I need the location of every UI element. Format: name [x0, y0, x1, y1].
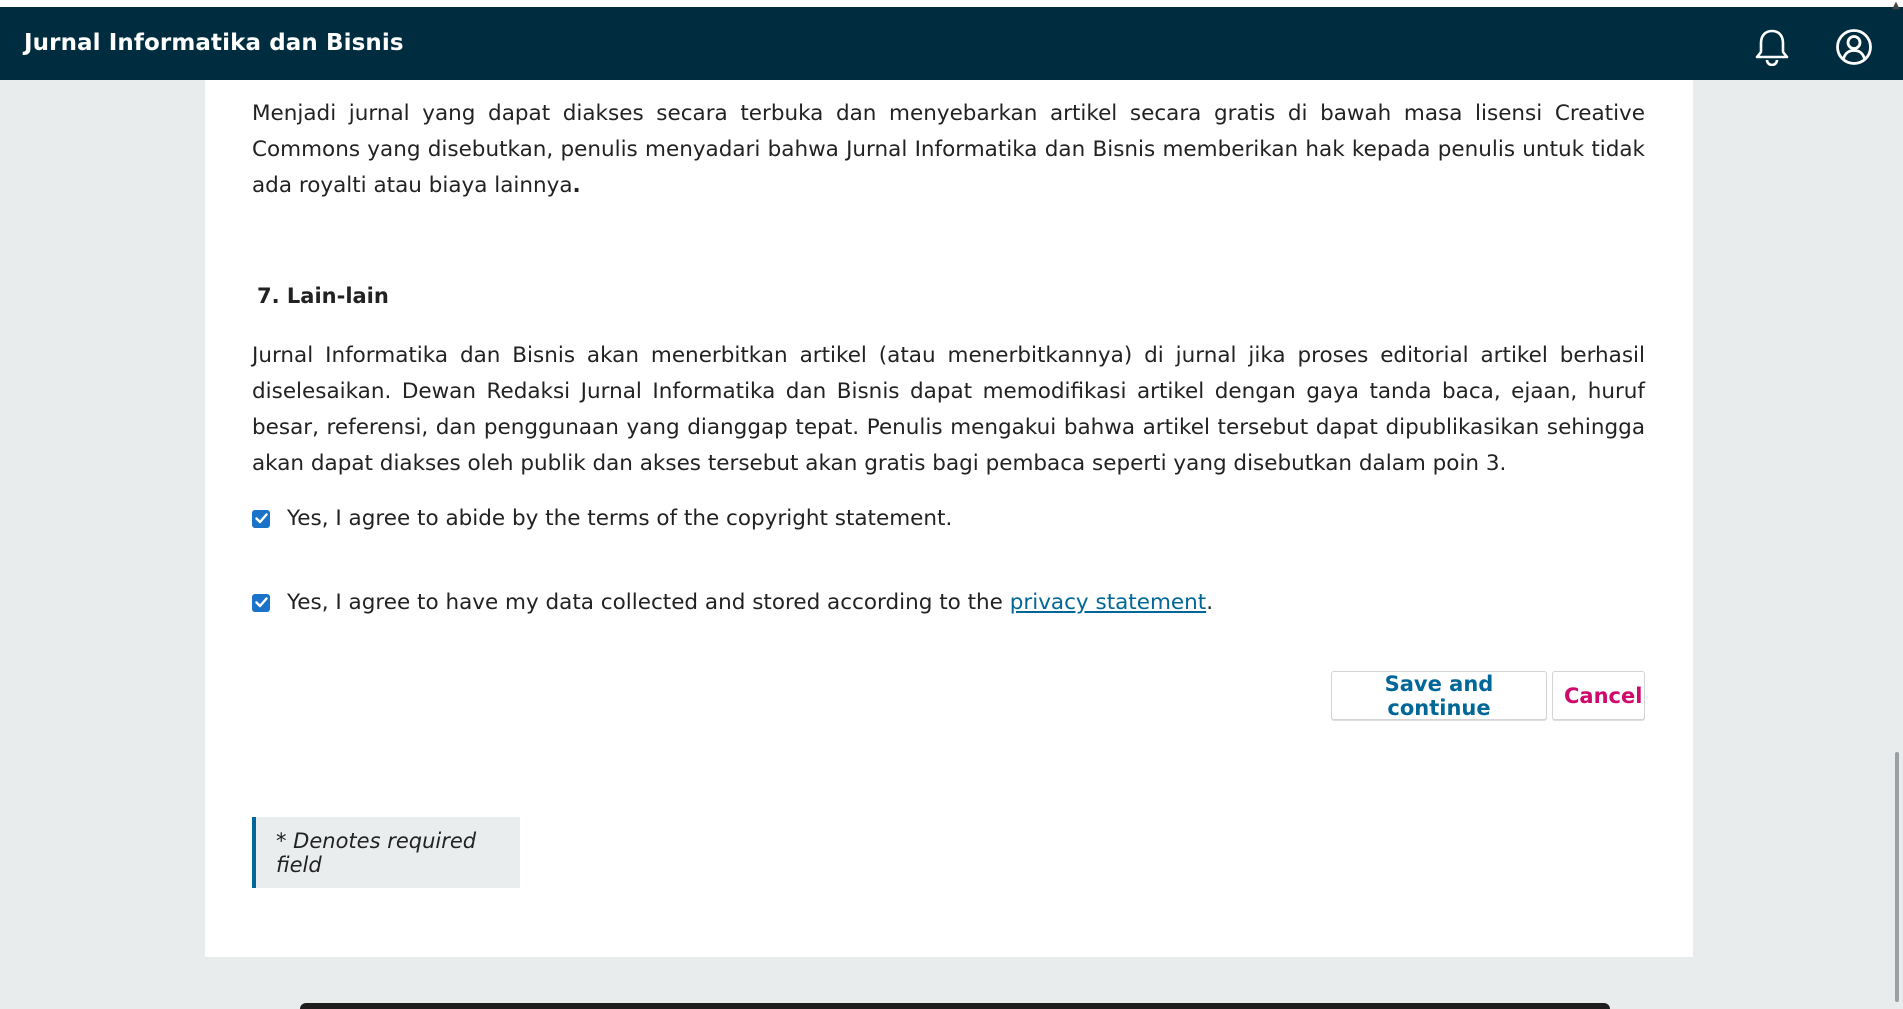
- privacy-agreement[interactable]: Yes, I agree to have my data collected a…: [252, 590, 1213, 615]
- license-paragraph-text: Menjadi jurnal yang dapat diakses secara…: [252, 101, 1645, 198]
- bell-icon[interactable]: [1752, 27, 1792, 67]
- footer-edge: [300, 1003, 1610, 1009]
- privacy-label-prefix: Yes, I agree to have my data collected a…: [287, 590, 1010, 615]
- required-field-text: * Denotes required field: [276, 828, 477, 877]
- misc-paragraph: Jurnal Informatika dan Bisnis akan mener…: [252, 343, 1645, 476]
- save-and-continue-button[interactable]: Save and continue: [1331, 671, 1547, 720]
- required-field-notice: * Denotes required field: [252, 817, 520, 888]
- user-icon[interactable]: [1834, 27, 1874, 67]
- checkmark-icon: [254, 597, 268, 608]
- copyright-agreement[interactable]: Yes, I agree to abide by the terms of th…: [252, 506, 952, 531]
- privacy-label-suffix: .: [1206, 590, 1214, 615]
- section-heading: 7. Lain-lain: [257, 284, 389, 308]
- privacy-statement-link[interactable]: privacy statement: [1010, 590, 1206, 615]
- app-header: Jurnal Informatika dan Bisnis: [0, 7, 1903, 80]
- window-top-strip: [0, 0, 1903, 7]
- copyright-checkbox[interactable]: [252, 509, 270, 528]
- copyright-label: Yes, I agree to abide by the terms of th…: [287, 506, 953, 531]
- cancel-button[interactable]: Cancel: [1552, 671, 1645, 720]
- journal-title[interactable]: Jurnal Informatika dan Bisnis: [24, 30, 404, 56]
- license-paragraph-period: .: [572, 173, 581, 198]
- privacy-checkbox[interactable]: [252, 593, 270, 612]
- content-panel: Menjadi jurnal yang dapat diakses secara…: [205, 80, 1693, 957]
- scroll-up-icon[interactable]: ▲: [1889, 0, 1903, 14]
- scrollbar-thumb[interactable]: [1895, 752, 1899, 1002]
- checkmark-icon: [254, 513, 268, 524]
- license-paragraph: Menjadi jurnal yang dapat diakses secara…: [252, 96, 1645, 204]
